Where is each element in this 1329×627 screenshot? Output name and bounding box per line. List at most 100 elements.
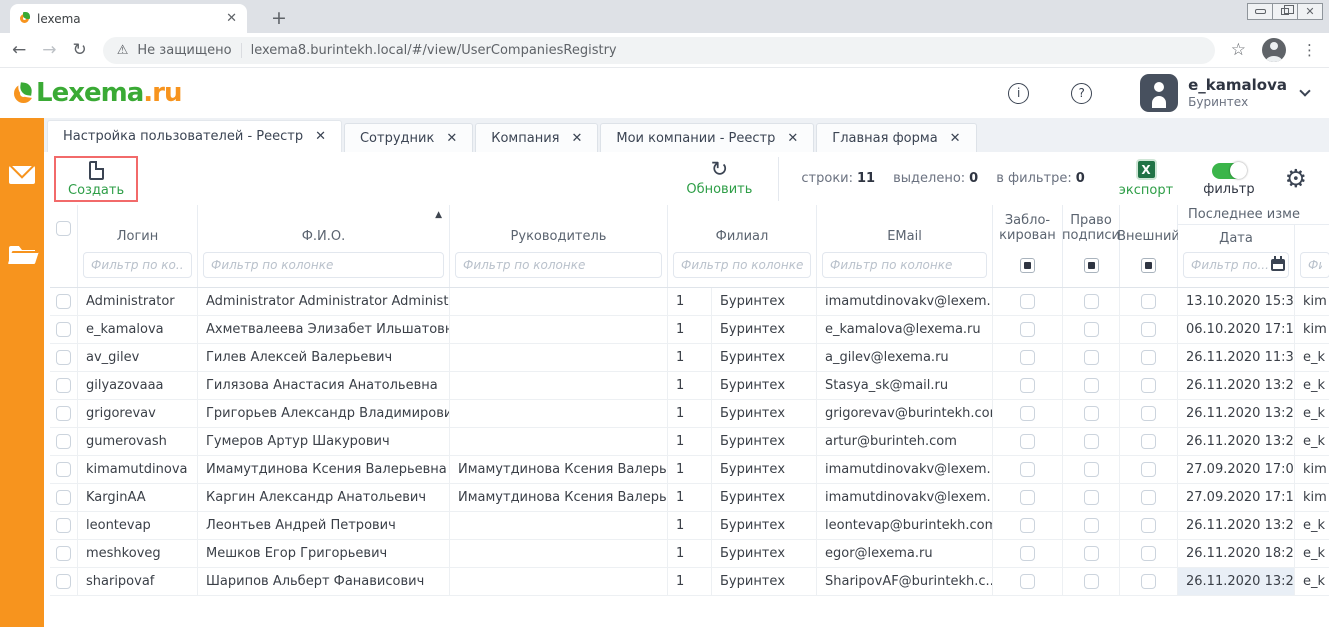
forward-icon[interactable]: → <box>42 42 56 59</box>
cell-external-checkbox[interactable] <box>1141 462 1156 477</box>
row-select-checkbox[interactable] <box>56 434 71 449</box>
cell-external-checkbox[interactable] <box>1141 294 1156 309</box>
author-filter-input[interactable] <box>1300 252 1329 278</box>
filter-toggle[interactable] <box>1212 163 1246 179</box>
cell-external-checkbox[interactable] <box>1141 518 1156 533</box>
row-select-checkbox[interactable] <box>56 378 71 393</box>
cell-blocked-checkbox[interactable] <box>1020 294 1035 309</box>
cell-sign-checkbox[interactable] <box>1084 434 1099 449</box>
table-row[interactable]: KarginAAКаргин Александр АнатольевичИмам… <box>50 484 1329 512</box>
cell-blocked-checkbox[interactable] <box>1020 518 1035 533</box>
cell-blocked-checkbox[interactable] <box>1020 322 1035 337</box>
cell-external-checkbox[interactable] <box>1141 322 1156 337</box>
browser-menu-icon[interactable]: ⋮ <box>1302 41 1317 59</box>
tab-Сотрудник[interactable]: Сотрудник✕ <box>344 123 473 152</box>
cell-external-checkbox[interactable] <box>1141 490 1156 505</box>
help-icon[interactable]: ? <box>1071 83 1092 104</box>
tab-Настройка пользователей - Реестр[interactable]: Настройка пользователей - Реестр✕ <box>47 120 342 152</box>
new-tab-button[interactable]: + <box>271 7 287 33</box>
column-external[interactable]: Внешний <box>1120 205 1178 287</box>
cell-blocked-checkbox[interactable] <box>1020 350 1035 365</box>
cell-blocked-checkbox[interactable] <box>1020 434 1035 449</box>
table-row[interactable]: leontevapЛеонтьев Андрей Петрович1Буринт… <box>50 512 1329 540</box>
info-icon[interactable]: i <box>1008 83 1029 104</box>
table-row[interactable]: grigorevavГригорьев Александр Владимиров… <box>50 400 1329 428</box>
cell-sign-checkbox[interactable] <box>1084 574 1099 589</box>
email-filter-input[interactable] <box>822 252 987 278</box>
column-email[interactable]: EMail <box>817 205 993 287</box>
fio-filter-input[interactable] <box>203 252 444 278</box>
folder-icon[interactable] <box>9 246 35 264</box>
cell-blocked-checkbox[interactable] <box>1020 490 1035 505</box>
cell-sign-checkbox[interactable] <box>1084 546 1099 561</box>
cell-blocked-checkbox[interactable] <box>1020 378 1035 393</box>
login-filter-input[interactable] <box>83 252 192 278</box>
browser-tab[interactable]: lexema ✕ <box>10 4 247 33</box>
row-select-checkbox[interactable] <box>56 322 71 337</box>
column-author[interactable] <box>1295 225 1329 287</box>
row-select-checkbox[interactable] <box>56 518 71 533</box>
column-sign[interactable]: Правоподписи <box>1063 205 1120 287</box>
table-row[interactable]: meshkovegМешков Егор Григорьевич1Буринте… <box>50 540 1329 568</box>
reload-icon[interactable]: ↻ <box>73 42 87 59</box>
browser-profile-icon[interactable] <box>1262 38 1286 62</box>
tab-Главная форма[interactable]: Главная форма✕ <box>816 123 976 152</box>
cell-blocked-checkbox[interactable] <box>1020 462 1035 477</box>
sign-filter-checkbox[interactable] <box>1084 258 1099 273</box>
table-row[interactable]: sharipovafШарипов Альберт Фанависович1Бу… <box>50 568 1329 596</box>
table-row[interactable]: gilyazovaaaГилязова Анастасия Анатольевн… <box>50 372 1329 400</box>
tab-close-icon[interactable]: ✕ <box>315 129 326 144</box>
tab-close-icon[interactable]: ✕ <box>226 11 237 26</box>
column-login[interactable]: Логин <box>78 205 198 287</box>
cell-sign-checkbox[interactable] <box>1084 322 1099 337</box>
row-select-checkbox[interactable] <box>56 546 71 561</box>
export-button[interactable]: X экспорт <box>1119 159 1173 198</box>
column-fio[interactable]: ▲ Ф.И.О. <box>198 205 450 287</box>
back-icon[interactable]: ← <box>12 42 26 59</box>
row-select-checkbox[interactable] <box>56 574 71 589</box>
column-manager[interactable]: Руководитель <box>450 205 668 287</box>
row-select-checkbox[interactable] <box>56 490 71 505</box>
cell-sign-checkbox[interactable] <box>1084 518 1099 533</box>
calendar-icon[interactable] <box>1271 259 1285 271</box>
user-menu[interactable]: e_kamalova Буринтех <box>1140 74 1309 112</box>
tab-close-icon[interactable]: ✕ <box>571 131 582 146</box>
cell-external-checkbox[interactable] <box>1141 546 1156 561</box>
cell-external-checkbox[interactable] <box>1141 350 1156 365</box>
create-button[interactable]: Создать <box>68 161 124 198</box>
cell-external-checkbox[interactable] <box>1141 406 1156 421</box>
external-filter-checkbox[interactable] <box>1141 258 1156 273</box>
table-row[interactable]: gumerovashГумеров Артур Шакурович1Буринт… <box>50 428 1329 456</box>
cell-blocked-checkbox[interactable] <box>1020 406 1035 421</box>
minimize-button[interactable] <box>1247 3 1273 20</box>
cell-blocked-checkbox[interactable] <box>1020 546 1035 561</box>
tab-Мои компании - Реестр[interactable]: Мои компании - Реестр✕ <box>600 123 814 152</box>
cell-sign-checkbox[interactable] <box>1084 378 1099 393</box>
cell-blocked-checkbox[interactable] <box>1020 574 1035 589</box>
tab-Компания[interactable]: Компания✕ <box>475 123 598 152</box>
blocked-filter-checkbox[interactable] <box>1020 258 1035 273</box>
gear-icon[interactable]: ⚙ <box>1285 166 1307 191</box>
row-select-checkbox[interactable] <box>56 350 71 365</box>
tab-close-icon[interactable]: ✕ <box>787 131 798 146</box>
mail-icon[interactable] <box>9 166 35 184</box>
row-select-checkbox[interactable] <box>56 462 71 477</box>
table-row[interactable]: AdministratorAdministrator Administrator… <box>50 288 1329 316</box>
manager-filter-input[interactable] <box>455 252 662 278</box>
sort-asc-icon[interactable]: ▲ <box>435 210 442 220</box>
tab-close-icon[interactable]: ✕ <box>446 131 457 146</box>
column-blocked[interactable]: Забло-кирован <box>993 205 1063 287</box>
cell-sign-checkbox[interactable] <box>1084 406 1099 421</box>
refresh-button[interactable]: ↻ Обновить <box>686 160 752 197</box>
cell-sign-checkbox[interactable] <box>1084 350 1099 365</box>
address-bar[interactable]: ⚠ Не защищено lexema8.burintekh.local/#/… <box>103 37 1215 64</box>
cell-sign-checkbox[interactable] <box>1084 490 1099 505</box>
column-branch[interactable]: Филиал <box>668 205 817 287</box>
tab-close-icon[interactable]: ✕ <box>950 131 961 146</box>
restore-button[interactable] <box>1272 3 1298 20</box>
branch-filter-input[interactable] <box>673 252 811 278</box>
row-select-checkbox[interactable] <box>56 406 71 421</box>
column-date[interactable]: Дата <box>1178 225 1295 287</box>
cell-external-checkbox[interactable] <box>1141 434 1156 449</box>
bookmark-star-icon[interactable]: ☆ <box>1231 40 1246 60</box>
